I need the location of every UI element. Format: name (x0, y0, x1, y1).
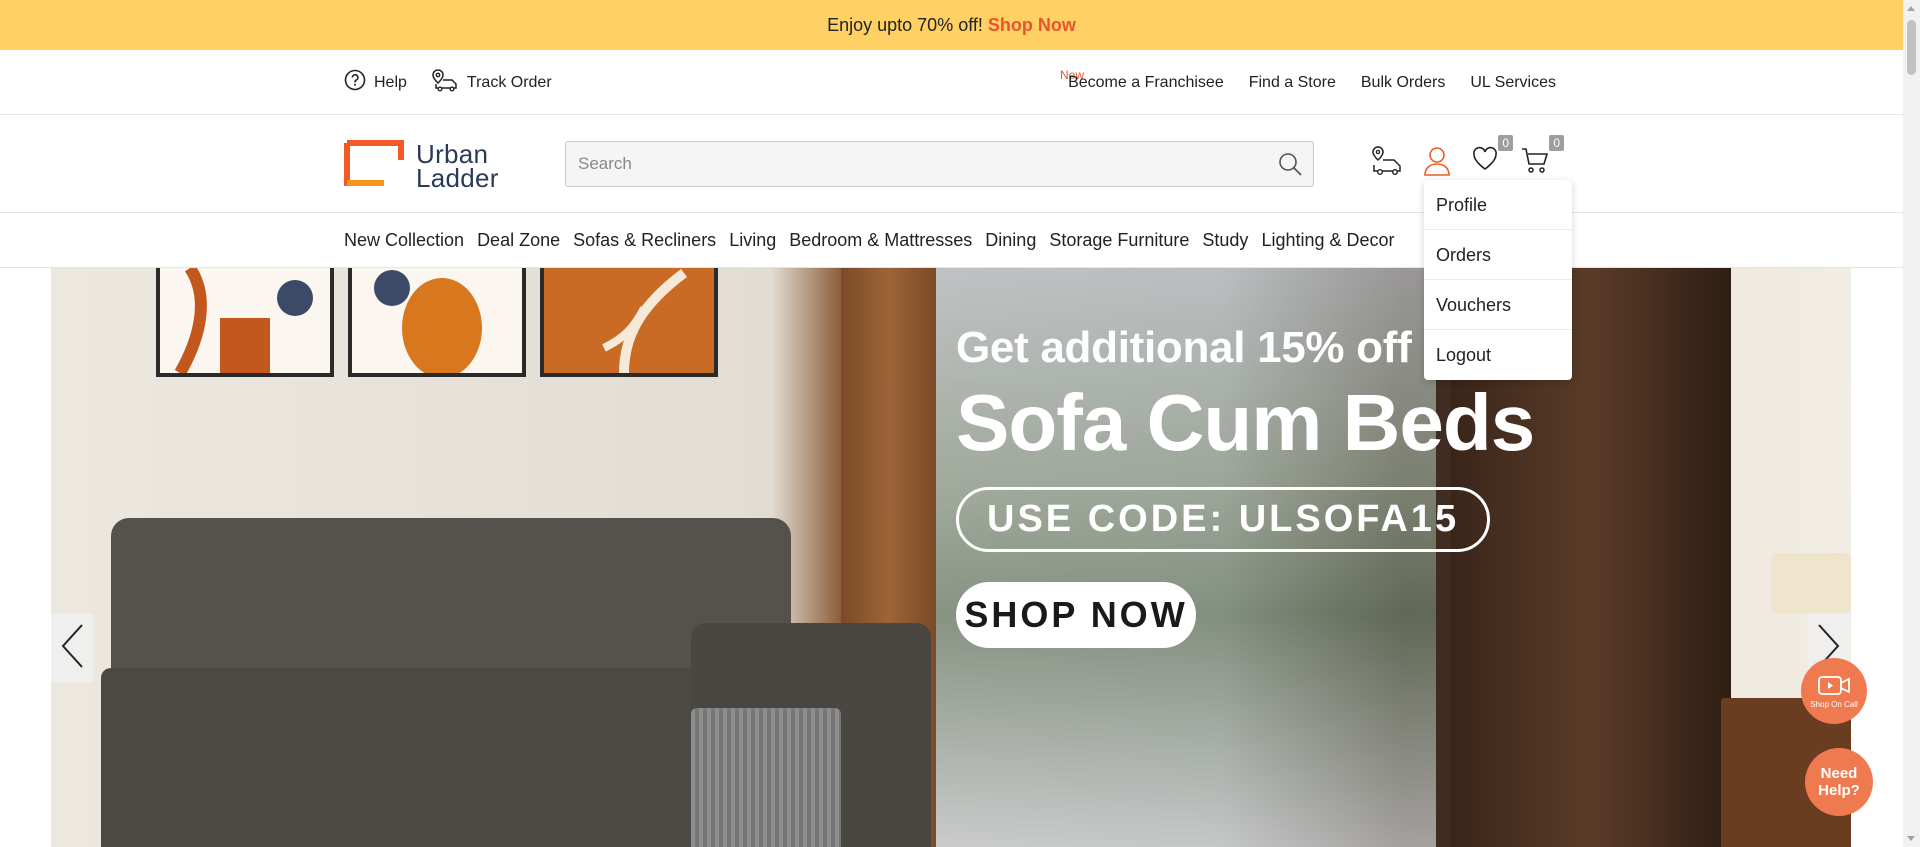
track-order-link[interactable]: Track Order (431, 68, 552, 97)
throw-blanket-image (691, 708, 841, 847)
menu-item-logout[interactable]: Logout (1424, 330, 1572, 380)
promo-shop-now-link[interactable]: Shop Now (988, 15, 1076, 36)
find-store-link[interactable]: Find a Store (1249, 74, 1336, 92)
scroll-down-arrow-icon[interactable] (1907, 836, 1915, 841)
carousel-prev-button[interactable] (51, 614, 93, 682)
utility-bar: Help Track Order New Become a Franchisee… (0, 50, 1903, 115)
track-order-label: Track Order (466, 73, 552, 91)
wall-art-frame (540, 268, 718, 377)
nav-item-lighting-decor[interactable]: Lighting & Decor (1261, 230, 1394, 251)
category-nav: New Collection Deal Zone Sofas & Recline… (0, 213, 1903, 268)
shop-on-call-button[interactable]: Shop On Call (1801, 658, 1867, 724)
hero-shop-now-button[interactable]: SHOP NOW (956, 582, 1196, 648)
nav-item-sofas-recliners[interactable]: Sofas & Recliners (573, 230, 716, 251)
logo-line-1: Urban (416, 138, 489, 169)
chevron-left-icon (60, 623, 84, 674)
nav-item-new-collection[interactable]: New Collection (344, 230, 464, 251)
category-nav-list: New Collection Deal Zone Sofas & Recline… (344, 213, 1395, 268)
help-link[interactable]: Help (344, 69, 407, 96)
search-box (565, 141, 1314, 187)
nav-item-storage-furniture[interactable]: Storage Furniture (1049, 230, 1189, 251)
cart-count-badge: 0 (1549, 135, 1564, 151)
nav-item-bedroom-mattresses[interactable]: Bedroom & Mattresses (789, 230, 972, 251)
hero-banner[interactable]: Get additional 15% off Sofa Cum Beds USE… (51, 268, 1851, 847)
need-help-button[interactable]: Need Help? (1805, 748, 1873, 816)
ul-services-link[interactable]: UL Services (1470, 74, 1556, 92)
delivery-truck-icon[interactable] (1370, 145, 1404, 182)
help-label: Help (374, 73, 407, 91)
hero-coupon-code: USE CODE: ULSOFA15 (956, 487, 1491, 552)
main-header: Urban Ladder 0 0 (0, 115, 1903, 213)
menu-item-orders[interactable]: Orders (1424, 230, 1572, 280)
lamp-image (1771, 553, 1851, 613)
menu-item-profile[interactable]: Profile (1424, 180, 1572, 230)
logo-text: Urban Ladder (416, 138, 499, 193)
become-franchisee-link[interactable]: Become a Franchisee (1068, 74, 1224, 92)
user-account-icon[interactable] (1422, 145, 1452, 182)
hero-title: Sofa Cum Beds (956, 378, 1535, 467)
nav-item-living[interactable]: Living (729, 230, 776, 251)
nav-item-dining[interactable]: Dining (985, 230, 1036, 251)
menu-item-vouchers[interactable]: Vouchers (1424, 280, 1572, 330)
utility-left: Help Track Order (344, 50, 552, 115)
scrollbar-thumb[interactable] (1907, 20, 1916, 75)
cart-icon[interactable]: 0 (1520, 135, 1564, 180)
help-icon (344, 69, 366, 96)
wall-art-frame (156, 268, 334, 377)
urban-ladder-logo[interactable]: Urban Ladder (344, 140, 499, 191)
wishlist-count-badge: 0 (1498, 135, 1513, 151)
promo-bar: Enjoy upto 70% off! Shop Now (0, 0, 1903, 50)
account-dropdown-menu: Profile Orders Vouchers Logout (1424, 180, 1572, 380)
promo-text: Enjoy upto 70% off! (827, 14, 983, 35)
search-icon[interactable] (1277, 151, 1303, 182)
wishlist-heart-icon[interactable]: 0 (1471, 135, 1513, 178)
nav-item-deal-zone[interactable]: Deal Zone (477, 230, 560, 251)
bulk-orders-link[interactable]: Bulk Orders (1361, 74, 1445, 92)
scroll-up-arrow-icon[interactable] (1907, 6, 1915, 11)
utility-right: Become a Franchisee Find a Store Bulk Or… (1068, 50, 1556, 115)
shop-on-call-label: Shop On Call (1810, 699, 1858, 709)
search-input[interactable] (566, 142, 1270, 186)
page-scrollbar[interactable] (1903, 0, 1920, 847)
wall-art-frames (156, 268, 718, 377)
nav-item-study[interactable]: Study (1202, 230, 1248, 251)
logo-mark-icon (344, 140, 404, 191)
track-order-icon (431, 68, 459, 97)
wall-art-frame (348, 268, 526, 377)
logo-line-2: Ladder (416, 162, 499, 193)
video-call-icon (1816, 674, 1852, 700)
